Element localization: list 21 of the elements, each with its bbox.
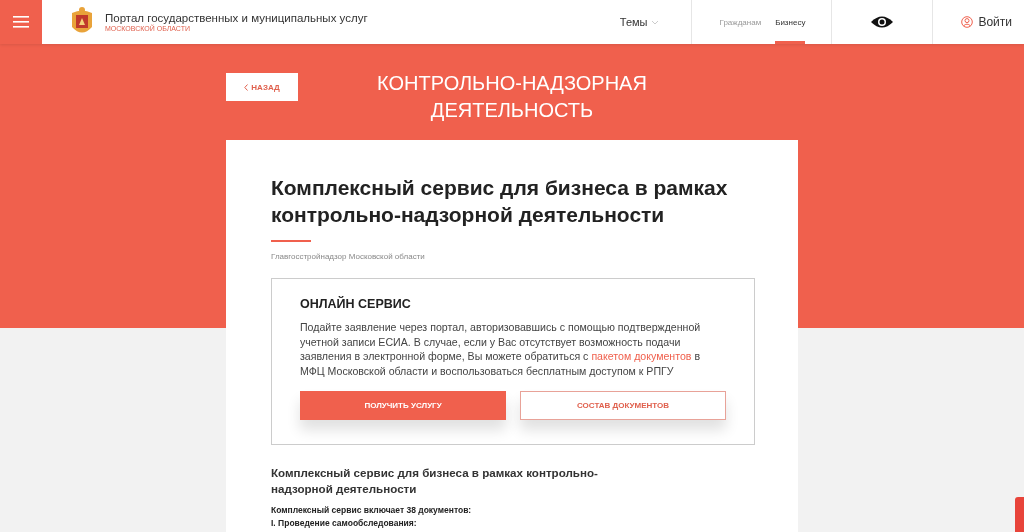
documents-button[interactable]: СОСТАВ ДОКУМЕНТОВ — [520, 391, 726, 420]
documents-link[interactable]: пакетом документов — [591, 350, 692, 362]
audience-tab[interactable]: Гражданам — [719, 0, 762, 44]
menu-button[interactable] — [0, 0, 42, 44]
login-link[interactable]: Войти — [933, 15, 1024, 29]
description-title: Комплексный сервис для бизнеса в рамках контрольно-надзорной деятельности — [271, 465, 599, 497]
get-service-button[interactable]: ПОЛУЧИТЬ УСЛУГУ — [300, 391, 506, 420]
agency-name: Главгосстройнадзор Московской области — [271, 252, 426, 261]
page-title: КОНТРОЛЬНО-НАДЗОРНАЯ ДЕЯТЕЛЬНОСТЬ — [376, 71, 648, 123]
panel-heading: ОНЛАЙН СЕРВИС — [300, 297, 412, 311]
description-line: Комплексный сервис включает 38 документов: — [271, 505, 473, 516]
topics-dropdown[interactable]: Темы — [619, 16, 659, 28]
menu-icon — [13, 16, 29, 28]
chevron-left-icon — [244, 83, 249, 91]
chevron-icon — [650, 19, 659, 25]
user-icon — [961, 16, 974, 28]
back-button[interactable]: НАЗАД — [226, 73, 298, 101]
service-title: Комплексный сервис для бизнеса в рамках контрольно-надзорной деятельности — [271, 175, 729, 228]
description-line: I. Проведение самообследования: — [271, 518, 418, 529]
panel-text: Подайте заявление через портал, авторизовавшись с помощью подтвержденной учетной записи ЕСИА. В случае, если у Вас отсутствует возможность подачи заявления в электронной форме, Вы можете обратиться с пакетом документов в МФЦ Московской области и воспользоваться бесплатным доступом к РПГУ — [300, 320, 702, 378]
portal-title: Портал государственных и муниципальных услуг — [105, 12, 368, 24]
